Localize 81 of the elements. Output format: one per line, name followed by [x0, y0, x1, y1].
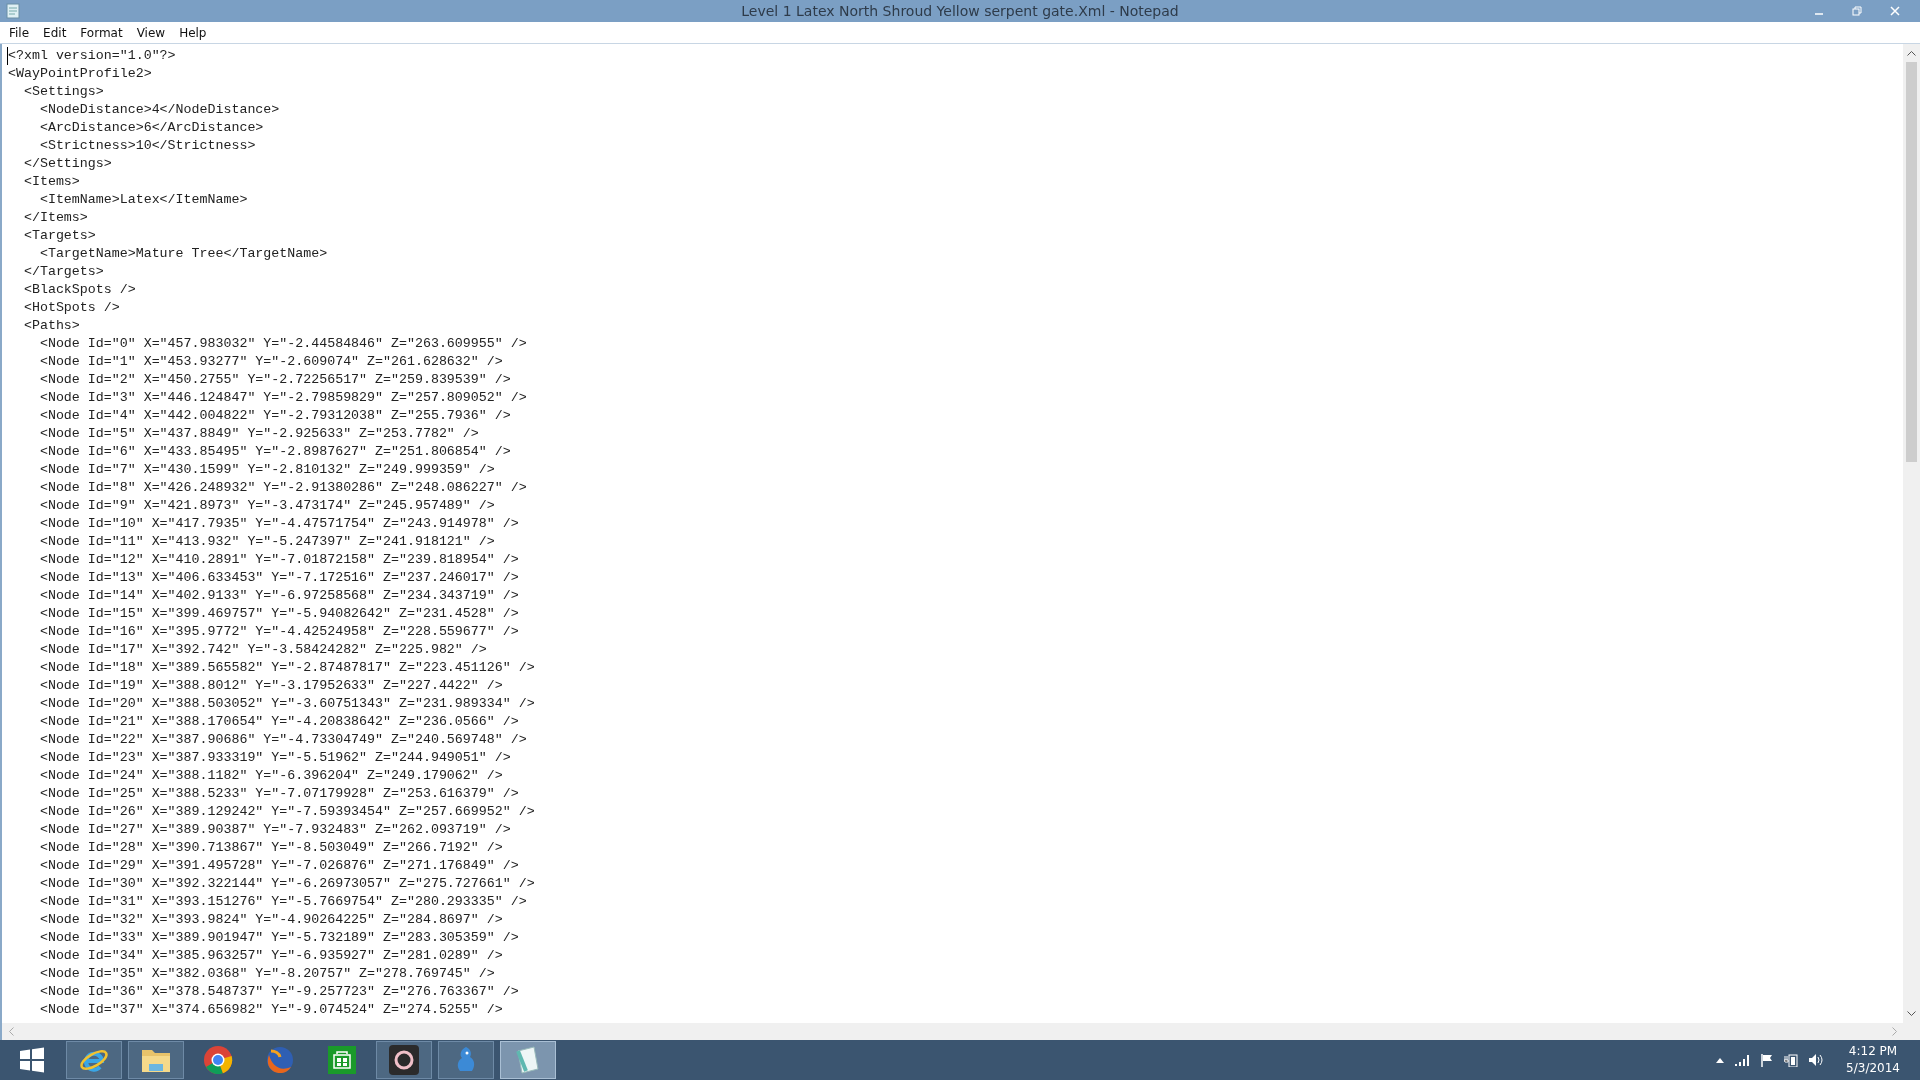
code-line: <Node Id="13" X="406.633453" Y="-7.172516" Z="237.246017" />	[38, 569, 519, 587]
code-line: <Node Id="22" X="387.90686" Y="-4.73304749" Z="240.569748" />	[38, 731, 527, 749]
menu-item[interactable]: File	[2, 25, 37, 40]
shopping-bag-icon	[328, 1046, 356, 1074]
code-line: </Settings>	[22, 155, 112, 173]
code-line: <Node Id="1" X="453.93277" Y="-2.609074" Z="261.628632" />	[38, 353, 503, 371]
code-line: <Node Id="15" X="399.469757" Y="-5.94082642" Z="231.4528" />	[38, 605, 519, 623]
code-line: <Node Id="9" X="421.8973" Y="-3.473174" Z="245.957489" />	[38, 497, 495, 515]
code-line: <NodeDistance>4</NodeDistance>	[38, 101, 280, 119]
scrollbar-thumb[interactable]	[1906, 62, 1917, 462]
show-hidden-icon[interactable]	[1716, 1057, 1725, 1063]
clock[interactable]: 4:12 PM 5/3/2014	[1846, 1043, 1900, 1077]
code-line: <Node Id="2" X="450.2755" Y="-2.72256517" Z="259.839539" />	[38, 371, 511, 389]
code-line: <HotSpots />	[22, 299, 120, 317]
code-line: <Node Id="24" X="388.1182" Y="-6.396204" Z="249.179062" />	[38, 767, 503, 785]
menu-item[interactable]: View	[129, 25, 173, 40]
code-line: <WayPointProfile2>	[8, 65, 152, 83]
notepad-icon	[514, 1045, 542, 1075]
code-line: <Node Id="27" X="389.90387" Y="-7.932483" Z="262.093719" />	[38, 821, 511, 839]
code-line: <Node Id="33" X="389.901947" Y="-5.732189" Z="283.305359" />	[38, 929, 519, 947]
code-line: <Node Id="4" X="442.004822" Y="-2.79312038" Z="255.7936" />	[38, 407, 511, 425]
signal-icon[interactable]	[1734, 1054, 1751, 1066]
code-line: </Targets>	[22, 263, 104, 281]
code-line: <ItemName>Latex</ItemName>	[38, 191, 248, 209]
code-line: <Node Id="28" X="390.713867" Y="-8.503049" Z="266.7192" />	[38, 839, 503, 857]
code-line: <Node Id="6" X="433.85495" Y="-2.8987627" Z="251.806854" />	[38, 443, 511, 461]
chrome-icon	[203, 1045, 233, 1075]
menu-item[interactable]: Help	[172, 25, 214, 40]
battery-icon[interactable]	[1784, 1053, 1799, 1067]
flag-icon[interactable]	[1760, 1053, 1775, 1067]
code-line: <Node Id="36" X="378.548737" Y="-9.257723" Z="276.763367" />	[38, 983, 519, 1001]
ring-icon	[389, 1045, 419, 1075]
code-line: <Node Id="20" X="388.503052" Y="-3.60751343" Z="231.989334" />	[38, 695, 535, 713]
restore-icon[interactable]	[1852, 6, 1862, 16]
clock-date: 5/3/2014	[1846, 1060, 1900, 1077]
code-line: <Node Id="31" X="393.151276" Y="-5.7669754" Z="280.293335" />	[38, 893, 527, 911]
code-line: <?xml version="1.0"?>	[7, 47, 176, 65]
code-line: <Node Id="18" X="389.565582" Y="-2.87487817" Z="223.451126" />	[38, 659, 535, 677]
code-line: <Node Id="12" X="410.2891" Y="-7.01872158" Z="239.818954" />	[38, 551, 519, 569]
code-line: </Items>	[22, 209, 88, 227]
code-line: <Node Id="8" X="426.248932" Y="-2.91380286" Z="248.086227" />	[38, 479, 527, 497]
code-line: <Node Id="25" X="388.5233" Y="-7.07179928" Z="253.616379" />	[38, 785, 519, 803]
speaker-icon[interactable]	[1808, 1053, 1825, 1067]
code-line: <TargetName>Mature Tree</TargetName>	[38, 245, 328, 263]
window-title: Level 1 Latex North Shroud Yellow serpent gate.Xml - Notepad	[741, 3, 1179, 19]
code-line: <Node Id="7" X="430.1599" Y="-2.810132" Z="249.999359" />	[38, 461, 495, 479]
code-line: <Node Id="11" X="413.932" Y="-5.247397" Z="241.918121" />	[38, 533, 495, 551]
code-line: <Node Id="29" X="391.495728" Y="-7.026876" Z="271.176849" />	[38, 857, 519, 875]
code-line: <Node Id="5" X="437.8849" Y="-2.925633" Z="253.7782" />	[38, 425, 479, 443]
clock-time: 4:12 PM	[1848, 1043, 1898, 1060]
menu-item[interactable]: Edit	[36, 25, 74, 40]
code-line: <Node Id="19" X="388.8012" Y="-3.17952633" Z="227.4422" />	[38, 677, 503, 695]
notepad-icon	[6, 3, 20, 19]
vertical-scrollbar[interactable]	[1903, 44, 1920, 1023]
code-line: <BlackSpots />	[22, 281, 136, 299]
code-line: <Node Id="16" X="395.9772" Y="-4.42524958" Z="228.559677" />	[38, 623, 519, 641]
code-line: <Strictness>10</Strictness>	[38, 137, 256, 155]
code-line: <ArcDistance>6</ArcDistance>	[38, 119, 264, 137]
code-line: <Node Id="17" X="392.742" Y="-3.58424282" Z="225.982" />	[38, 641, 487, 659]
code-line: <Node Id="3" X="446.124847" Y="-2.79859829" Z="257.809052" />	[38, 389, 527, 407]
taskbar-button[interactable]	[376, 1041, 432, 1079]
code-line: <Targets>	[22, 227, 96, 245]
code-line: <Node Id="10" X="417.7935" Y="-4.47571754" Z="243.914978" />	[38, 515, 519, 533]
code-line: <Node Id="26" X="389.129242" Y="-7.59393454" Z="257.669952" />	[38, 803, 535, 821]
code-line: <Node Id="32" X="393.9824" Y="-4.90264225" Z="284.8697" />	[38, 911, 503, 929]
taskbar-button[interactable]	[128, 1041, 184, 1079]
code-line: <Node Id="34" X="385.963257" Y="-6.935927" Z="281.0289" />	[38, 947, 503, 965]
code-line: <Node Id="30" X="392.322144" Y="-6.26973057" Z="275.727661" />	[38, 875, 535, 893]
code-line: <Items>	[22, 173, 80, 191]
code-line: <Node Id="0" X="457.983032" Y="-2.44584846" Z="263.609955" />	[38, 335, 527, 353]
globe-fox-icon	[265, 1045, 295, 1075]
close-icon[interactable]	[1890, 6, 1900, 16]
code-line: <Node Id="14" X="402.9133" Y="-6.97258568" Z="234.343719" />	[38, 587, 519, 605]
windows-logo-icon	[18, 1046, 46, 1074]
menu-item[interactable]: Format	[73, 25, 130, 40]
code-line: <Node Id="21" X="388.170654" Y="-4.20838642" Z="236.0566" />	[38, 713, 519, 731]
code-line: <Node Id="35" X="382.0368" Y="-8.20757" Z="278.769745" />	[38, 965, 495, 983]
code-line: <Paths>	[22, 317, 80, 335]
code-line: <Node Id="37" X="374.656982" Y="-9.074524" Z="274.5255" />	[38, 1001, 503, 1019]
code-line: <Settings>	[22, 83, 104, 101]
code-line: <Node Id="23" X="387.933319" Y="-5.51962" Z="244.949051" />	[38, 749, 511, 767]
